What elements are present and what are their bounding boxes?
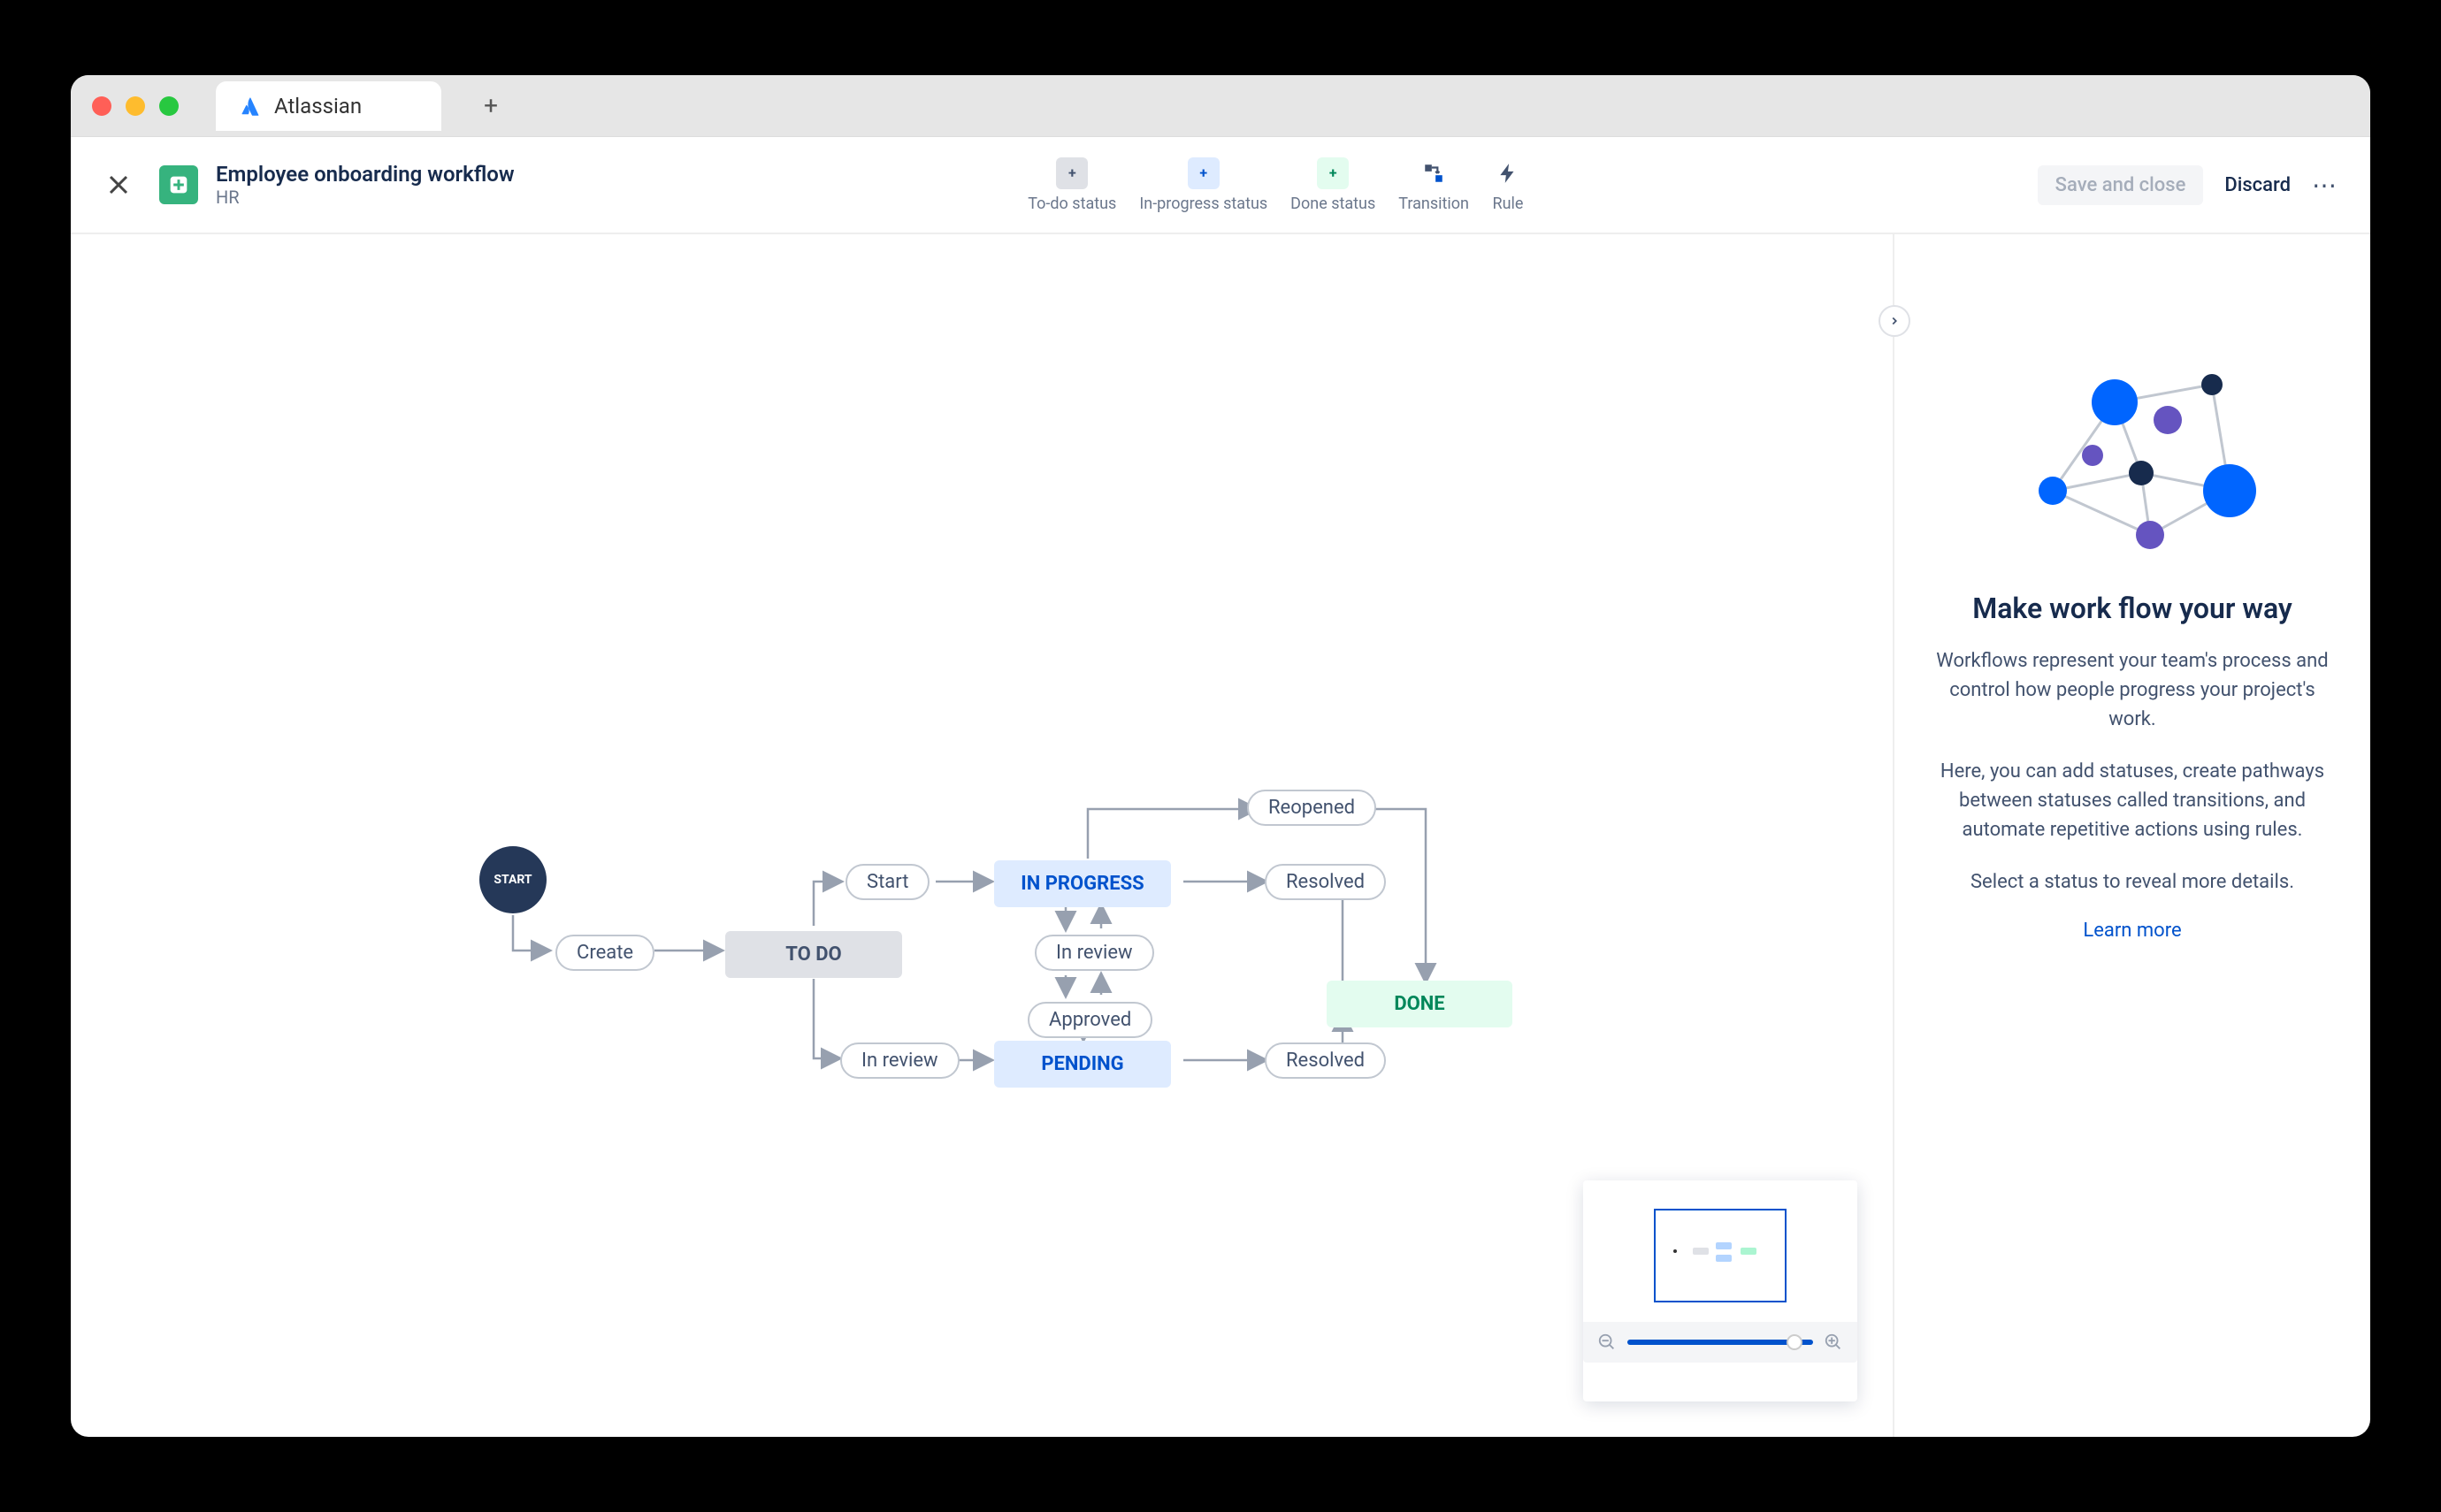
tool-label: In-progress status — [1139, 195, 1267, 213]
sidebar-collapse-button[interactable] — [1879, 305, 1910, 337]
tool-inprogress-status[interactable]: + In-progress status — [1139, 157, 1267, 213]
transition-create[interactable]: Create — [555, 935, 654, 971]
project-meta: Employee onboarding workflow HR — [216, 162, 515, 208]
window-close-button[interactable] — [92, 96, 111, 116]
window-controls — [92, 96, 179, 116]
minimap-node — [1693, 1248, 1709, 1255]
plus-icon: + — [1056, 157, 1088, 189]
editor-content: START Create TO DO Start IN PROGRESS In … — [71, 234, 2370, 1437]
atlassian-icon — [241, 95, 262, 117]
transition-approved[interactable]: Approved — [1028, 1002, 1152, 1038]
tool-transition[interactable]: Transition — [1398, 157, 1469, 213]
transition-icon — [1418, 157, 1450, 189]
close-editor-icon[interactable] — [103, 169, 134, 201]
start-node[interactable]: START — [479, 846, 547, 913]
workflow-diagram: START Create TO DO Start IN PROGRESS In … — [442, 747, 1557, 1154]
network-illustration — [2009, 358, 2256, 553]
learn-more-link[interactable]: Learn more — [2083, 920, 2181, 942]
browser-tab[interactable]: Atlassian — [216, 81, 441, 131]
more-actions-icon[interactable]: ⋯ — [2312, 171, 2338, 200]
toolbar-actions: Save and close Discard ⋯ — [2038, 165, 2338, 205]
sidebar-heading: Make work flow your way — [1930, 592, 2335, 625]
sidebar-paragraph-3: Select a status to reveal more details. — [1930, 867, 2335, 897]
discard-button[interactable]: Discard — [2224, 174, 2291, 196]
workflow-title: Employee onboarding workflow — [216, 162, 515, 187]
tool-todo-status[interactable]: + To-do status — [1028, 157, 1116, 213]
tool-done-status[interactable]: + Done status — [1290, 157, 1375, 213]
zoom-out-icon[interactable] — [1597, 1333, 1617, 1352]
transition-in-review-2[interactable]: In review — [840, 1042, 960, 1079]
status-done[interactable]: DONE — [1327, 981, 1512, 1027]
tool-label: To-do status — [1028, 195, 1116, 213]
minimap-node — [1716, 1255, 1732, 1262]
minimap[interactable] — [1583, 1180, 1857, 1401]
plus-icon: + — [1188, 157, 1220, 189]
editor-toolbar: Employee onboarding workflow HR + To-do … — [71, 137, 2370, 234]
project-icon — [159, 165, 198, 204]
lightning-icon — [1492, 157, 1524, 189]
tool-label: Transition — [1398, 195, 1469, 213]
transition-resolved-1[interactable]: Resolved — [1265, 864, 1386, 900]
transition-resolved-2[interactable]: Resolved — [1265, 1042, 1386, 1079]
sidebar-paragraph-2: Here, you can add statuses, create pathw… — [1930, 757, 2335, 844]
sidebar-paragraph-1: Workflows represent your team's process … — [1930, 646, 2335, 734]
new-tab-button[interactable]: + — [478, 94, 503, 118]
workflow-canvas[interactable]: START Create TO DO Start IN PROGRESS In … — [71, 234, 1893, 1437]
tool-label: Done status — [1290, 195, 1375, 213]
project-name: HR — [216, 187, 515, 208]
transition-in-review[interactable]: In review — [1035, 935, 1154, 971]
zoom-in-icon[interactable] — [1824, 1333, 1843, 1352]
info-sidebar: Make work flow your way Workflows repres… — [1893, 234, 2370, 1437]
titlebar: Atlassian + — [71, 75, 2370, 137]
toolbar-tools: + To-do status + In-progress status + Do… — [1028, 157, 1524, 213]
transition-reopened[interactable]: Reopened — [1247, 790, 1376, 826]
zoom-controls — [1583, 1322, 1857, 1363]
window-minimize-button[interactable] — [126, 96, 145, 116]
zoom-slider[interactable] — [1627, 1340, 1813, 1345]
minimap-viewport[interactable] — [1654, 1209, 1787, 1302]
minimap-node — [1716, 1242, 1732, 1249]
minimap-node — [1741, 1248, 1756, 1255]
zoom-slider-thumb[interactable] — [1787, 1334, 1802, 1350]
window-maximize-button[interactable] — [159, 96, 179, 116]
app-window: Atlassian + Employee onboarding workflow… — [71, 75, 2370, 1437]
tool-rule[interactable]: Rule — [1492, 157, 1524, 213]
chevron-right-icon — [1888, 315, 1901, 327]
status-in-progress[interactable]: IN PROGRESS — [994, 860, 1171, 907]
save-and-close-button[interactable]: Save and close — [2038, 165, 2204, 205]
transition-start[interactable]: Start — [846, 864, 930, 900]
tab-label: Atlassian — [274, 94, 362, 118]
status-pending[interactable]: PENDING — [994, 1041, 1171, 1088]
status-todo[interactable]: TO DO — [725, 931, 902, 978]
minimap-start-dot — [1673, 1249, 1677, 1253]
tool-label: Rule — [1493, 195, 1524, 213]
plus-icon: + — [1317, 157, 1349, 189]
